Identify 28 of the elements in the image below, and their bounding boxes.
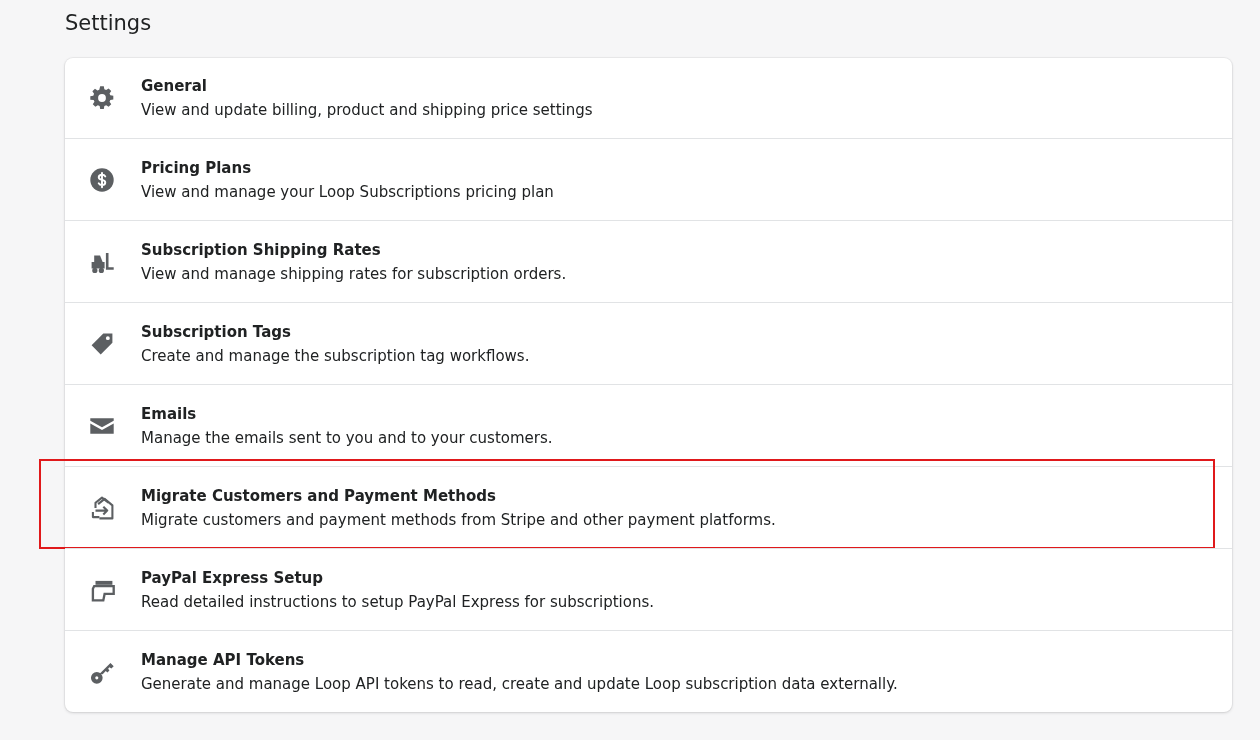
settings-item[interactable]: Emails Manage the emails sent to you and to your customers. xyxy=(65,385,1232,466)
item-description: Read detailed instructions to setup PayPal Express for subscriptions. xyxy=(141,591,655,613)
settings-item[interactable]: PayPal Express Setup Read detailed instructions to setup PayPal Express for subscriptions. xyxy=(65,549,1232,630)
settings-item[interactable]: General View and update billing, product and shipping price settings xyxy=(65,58,1232,138)
item-title: Migrate Customers and Payment Methods xyxy=(141,485,497,507)
item-title: Pricing Plans xyxy=(141,157,253,179)
settings-item[interactable]: Pricing Plans View and manage your Loop Subscriptions pricing plan xyxy=(65,139,1232,220)
item-description: View and update billing, product and shipping price settings xyxy=(141,100,593,121)
item-description: Create and manage the subscription tag workflows. xyxy=(141,345,530,367)
settings-item[interactable]: Subscription Tags Create and manage the subscription tag workflows. xyxy=(65,303,1232,384)
item-title: Subscription Tags xyxy=(141,321,292,343)
settings-item[interactable]: Subscription Shipping Rates View and manage shipping rates for subscription orders. xyxy=(65,221,1232,302)
item-description: View and manage your Loop Subscriptions pricing plan xyxy=(141,181,554,203)
item-description: Migrate customers and payment methods from Stripe and other payment platforms. xyxy=(141,509,776,531)
settings-item[interactable]: Migrate Customers and Payment Methods Migrate customers and payment methods from Stripe and other payment platforms. xyxy=(65,467,1232,548)
settings-item[interactable]: Manage API Tokens Generate and manage Loop API tokens to read, create and update Loop subscription data externally. xyxy=(65,631,1232,712)
item-description: View and manage shipping rates for subscription orders. xyxy=(141,263,567,285)
item-title: General xyxy=(141,76,208,97)
item-description: Manage the emails sent to you and to your customers. xyxy=(141,427,553,449)
item-description: Generate and manage Loop API tokens to read, create and update Loop subscription data externally. xyxy=(141,673,898,695)
page-title: Settings xyxy=(65,10,153,37)
item-title: Subscription Shipping Rates xyxy=(141,239,382,261)
item-title: Manage API Tokens xyxy=(141,649,306,671)
item-title: Emails xyxy=(141,403,198,425)
dollar-coin-icon xyxy=(89,166,115,193)
gear-icon xyxy=(89,85,115,111)
item-title: PayPal Express Setup xyxy=(141,567,324,589)
house-arrow-icon xyxy=(89,494,115,521)
